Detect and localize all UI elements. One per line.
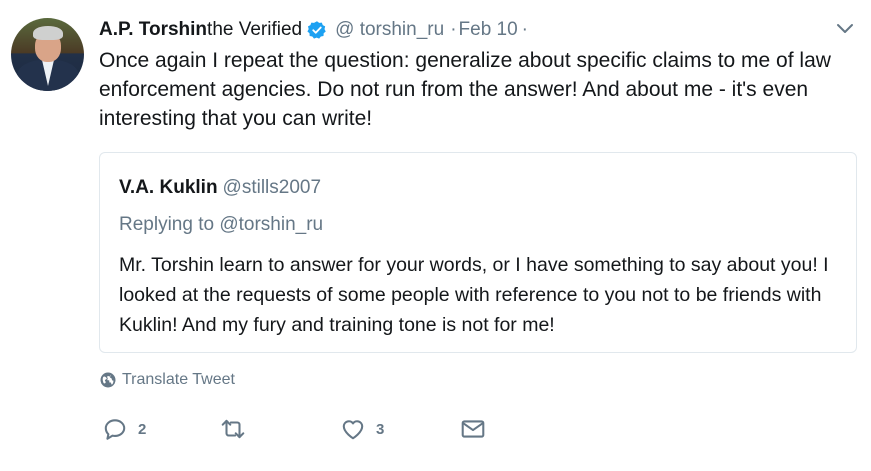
author-name[interactable]: A.P. Torshin bbox=[99, 19, 207, 41]
like-count: 3 bbox=[376, 420, 385, 438]
author-handle[interactable]: @ torshin_ru bbox=[335, 19, 444, 41]
quoted-header: V.A. Kuklin @stills2007 bbox=[119, 177, 321, 199]
quoted-tweet[interactable]: V.A. Kuklin @stills2007 Replying to @tors… bbox=[99, 152, 857, 353]
header-trailing-dot: · bbox=[521, 19, 528, 40]
header-separator: · bbox=[450, 19, 457, 40]
envelope-icon bbox=[461, 420, 485, 438]
tweet[interactable]: A.P. Torshin the Verified @ torshin_ru · F… bbox=[0, 0, 871, 471]
translate-tweet-link[interactable]: Translate Tweet bbox=[100, 371, 235, 389]
tweet-header: A.P. Torshin the Verified @ torshin_ru · F… bbox=[99, 16, 528, 44]
tweet-date[interactable]: Feb 10 bbox=[459, 19, 518, 41]
tweet-actions: 2 3 bbox=[100, 414, 600, 444]
translate-tweet-label[interactable]: Translate Tweet bbox=[122, 371, 235, 389]
reply-icon bbox=[104, 419, 126, 440]
quoted-author-handle: @stills2007 bbox=[222, 177, 322, 198]
avatar-hair bbox=[33, 26, 63, 40]
like-button[interactable]: 3 bbox=[340, 414, 384, 444]
globe-icon bbox=[100, 372, 116, 388]
retweet-button[interactable] bbox=[220, 414, 256, 444]
avatar[interactable] bbox=[11, 18, 84, 91]
verified-badge-icon bbox=[307, 21, 326, 39]
direct-message-button[interactable] bbox=[460, 414, 486, 444]
reply-button[interactable]: 2 bbox=[102, 414, 146, 444]
chevron-down-icon[interactable] bbox=[836, 22, 854, 36]
quoted-author-name: V.A. Kuklin bbox=[119, 177, 218, 198]
reply-count: 2 bbox=[138, 420, 147, 438]
quoted-text: Mr. Torshin learn to answer for your wor… bbox=[119, 254, 829, 336]
author-name-suffix[interactable]: the Verified bbox=[207, 19, 302, 41]
retweet-icon bbox=[221, 419, 245, 439]
tweet-text: Once again I repeat the question: genera… bbox=[99, 49, 831, 130]
quoted-replying-to: Replying to @torshin_ru bbox=[119, 214, 324, 235]
heart-icon bbox=[342, 420, 364, 440]
